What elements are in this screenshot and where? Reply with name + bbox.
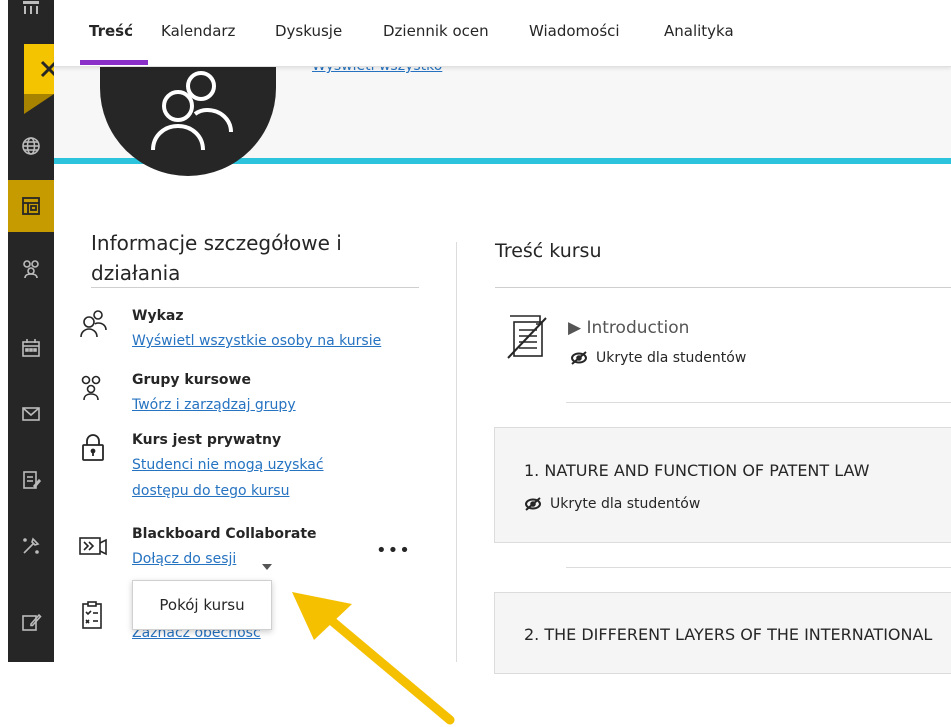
roster-title: Wykaz <box>132 308 184 324</box>
active-tab-indicator <box>80 60 148 65</box>
folder-document-icon <box>507 315 547 359</box>
card-1-title[interactable]: 1. NATURE AND FUNCTION OF PATENT LAW <box>524 461 869 480</box>
attendance-icon <box>82 601 102 629</box>
annotation-arrow <box>292 592 455 725</box>
edit-icon[interactable] <box>8 600 54 644</box>
courses-icon[interactable] <box>8 180 54 232</box>
grades-icon[interactable] <box>8 458 54 502</box>
card-2-title[interactable]: 2. THE DIFFERENT LAYERS OF THE INTERNATI… <box>524 625 932 644</box>
details-title: Informacje szczegółowe i działania <box>91 231 342 285</box>
card-1-visibility-text: Ukryte dla studentów <box>550 496 701 512</box>
tools-icon[interactable] <box>8 524 54 568</box>
people-icon <box>151 71 233 151</box>
hidden-eye-icon <box>525 497 541 511</box>
intro-visibility-text: Ukryte dla studentów <box>596 350 747 366</box>
intro-visibility: Ukryte dla studentów <box>570 350 746 366</box>
card-1-visibility: Ukryte dla studentów <box>524 496 700 512</box>
introduction-folder[interactable]: ▶ Introduction <box>568 318 689 338</box>
tab-discussions[interactable]: Dyskusje <box>275 22 342 40</box>
content-card-2[interactable]: 2. THE DIFFERENT LAYERS OF THE INTERNATI… <box>494 592 951 674</box>
close-tab-fold <box>24 94 54 114</box>
hidden-eye-icon <box>571 351 587 365</box>
tab-content[interactable]: Treść <box>89 22 133 40</box>
join-session-link[interactable]: Dołącz do sesji <box>132 546 236 572</box>
content-separator-2 <box>566 567 951 568</box>
groups-link[interactable]: Twórz i zarządzaj grupy <box>132 392 296 418</box>
privacy-title: Kurs jest prywatny <box>132 432 282 448</box>
tab-gradebook[interactable]: Dziennik ocen <box>383 22 489 40</box>
institution-icon[interactable] <box>8 0 54 20</box>
content-divider <box>495 287 951 288</box>
tab-analytics[interactable]: Analityka <box>664 22 734 40</box>
lock-icon <box>82 434 104 461</box>
globe-icon[interactable] <box>8 124 54 168</box>
messages-icon[interactable] <box>8 392 54 436</box>
roster-icon <box>80 310 107 338</box>
calendar-icon[interactable] <box>8 326 54 370</box>
roster-link[interactable]: Wyświetl wszystkie osoby na kursie <box>132 328 381 354</box>
tab-calendar[interactable]: Kalendarz <box>161 22 235 40</box>
organizations-icon[interactable] <box>8 246 54 290</box>
collaborate-title: Blackboard Collaborate <box>132 526 317 542</box>
more-options-button[interactable]: ••• <box>376 540 411 561</box>
groups-title: Grupy kursowe <box>132 372 251 388</box>
content-separator <box>566 402 951 403</box>
course-nav: Treść Kalendarz Dyskusje Dziennik ocen W… <box>54 0 951 67</box>
course-room-option[interactable]: Pokój kursu <box>132 580 272 630</box>
video-icon <box>79 537 107 556</box>
join-session-dropdown-caret[interactable] <box>262 564 272 570</box>
course-content-title: Treść kursu <box>495 240 602 262</box>
tab-messages[interactable]: Wiadomości <box>529 22 620 40</box>
details-divider <box>91 287 419 288</box>
privacy-link[interactable]: Studenci nie mogą uzyskać dostępu do teg… <box>132 452 362 504</box>
content-card-1[interactable]: 1. NATURE AND FUNCTION OF PATENT LAW Ukr… <box>494 427 951 543</box>
groups-icon <box>81 375 101 401</box>
course-main: Treść Kalendarz Dyskusje Dziennik ocen W… <box>54 0 951 674</box>
